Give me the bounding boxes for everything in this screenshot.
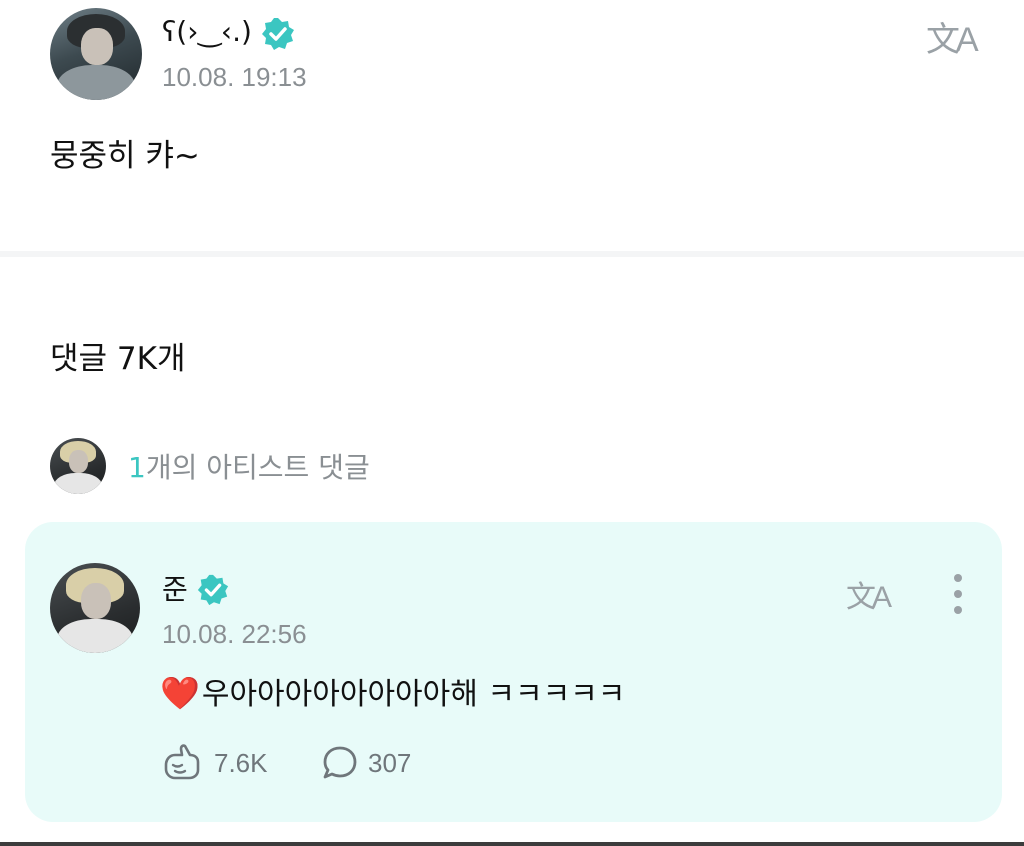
post-translate-icon[interactable]: 文A — [926, 12, 979, 61]
translate-icon-letter: A — [872, 581, 892, 614]
comment-translate-icon[interactable]: 文A — [846, 572, 892, 616]
comments-count-label: 댓글 7K개 — [50, 341, 186, 377]
translate-icon: 文 — [846, 580, 876, 615]
reply-button[interactable]: 307 — [320, 743, 411, 783]
comment-author-name[interactable]: 준 — [162, 572, 188, 608]
post-timestamp: 10.08. 19:13 — [162, 62, 307, 92]
avatar-face — [81, 28, 113, 66]
avatar-body — [57, 65, 135, 100]
avatar-face — [69, 450, 89, 473]
like-icon — [164, 744, 200, 780]
kebab-menu-icon[interactable] — [946, 574, 970, 618]
verified-badge-icon — [262, 18, 294, 50]
avatar-body — [54, 472, 102, 494]
post-author-avatar[interactable] — [50, 8, 142, 100]
artist-comment-summary[interactable]: 1개의 아티스트 댓글 — [128, 450, 370, 486]
kebab-dot — [954, 590, 962, 598]
avatar-face — [80, 582, 112, 619]
verified-badge-icon — [197, 574, 229, 606]
comment-bubble-icon — [323, 746, 357, 779]
like-count: 7.6K — [214, 747, 268, 778]
reply-count: 307 — [368, 747, 412, 778]
kebab-dot — [954, 606, 962, 614]
artist-comment-summary-avatar[interactable] — [50, 438, 106, 494]
translate-icon-letter: A — [956, 21, 979, 59]
comment-body: 우아아아아아아아아해 ㅋㅋㅋㅋㅋ — [201, 677, 626, 712]
bottom-edge — [0, 842, 1024, 846]
artist-comment-count: 1 — [128, 451, 146, 484]
post-body-text: 뭉중히 캬~ — [50, 138, 200, 174]
translate-icon: 文 — [926, 20, 960, 60]
artist-comment-label: 개의 아티스트 댓글 — [145, 451, 370, 484]
comment-text: ❤️우아아아아아아아아해 ㅋㅋㅋㅋㅋ — [160, 672, 625, 716]
avatar-body — [57, 618, 133, 653]
kebab-dot — [954, 574, 962, 582]
like-button[interactable]: 7.6K — [160, 743, 268, 783]
comment-timestamp: 10.08. 22:56 — [162, 619, 307, 649]
post-author-name[interactable]: ʕ(›‿‹.) — [162, 14, 252, 50]
section-divider — [0, 251, 1024, 257]
heart-icon: ❤️ — [160, 674, 200, 712]
comment-author-avatar[interactable] — [50, 563, 140, 653]
